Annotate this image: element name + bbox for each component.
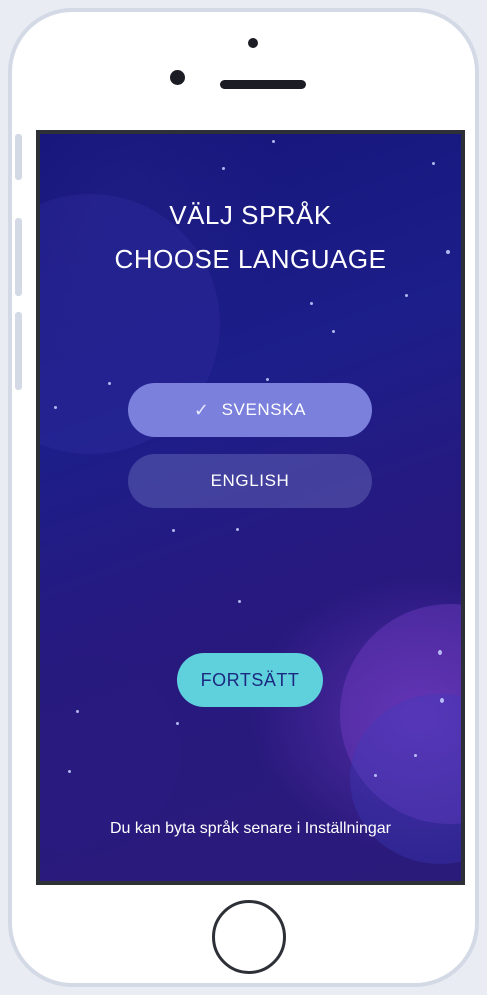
star-icon (238, 600, 241, 603)
star-icon (374, 774, 377, 777)
star-icon (266, 378, 269, 381)
language-option-english[interactable]: ENGLISH (128, 454, 372, 508)
star-icon (440, 698, 444, 703)
continue-button[interactable]: FORTSÄTT (177, 653, 323, 707)
star-icon (108, 382, 111, 385)
star-icon (54, 406, 57, 409)
earpiece-speaker (220, 80, 306, 89)
phone-mute-switch (15, 134, 22, 180)
language-option-svenska[interactable]: ✓ SVENSKA (128, 383, 372, 437)
star-icon (438, 650, 442, 655)
star-icon (405, 294, 408, 297)
continue-button-label: FORTSÄTT (200, 669, 300, 690)
phone-volume-up-button (15, 218, 22, 296)
star-icon (310, 302, 313, 305)
language-option-label: SVENSKA (221, 400, 307, 419)
title-english: CHOOSE LANGUAGE (114, 244, 387, 274)
star-icon (76, 710, 79, 713)
star-icon (432, 162, 435, 165)
star-icon (222, 167, 225, 170)
star-icon (176, 722, 179, 725)
checkmark-icon: ✓ (193, 399, 210, 420)
proximity-sensor-icon (170, 70, 185, 85)
language-option-label: ENGLISH (210, 471, 290, 490)
phone-volume-down-button (15, 312, 22, 390)
settings-hint-text: Du kan byta språk senare i Inställningar (109, 820, 392, 837)
star-icon (172, 529, 175, 532)
title-swedish: VÄLJ SPRÅK (169, 200, 332, 230)
star-icon (236, 528, 239, 531)
language-selection-screen: VÄLJ SPRÅK CHOOSE LANGUAGE ✓ SVENSKA ENG… (36, 130, 465, 885)
star-icon (332, 330, 335, 333)
home-button[interactable] (212, 900, 286, 974)
star-icon (68, 770, 71, 773)
star-icon (272, 140, 275, 143)
front-camera-icon (248, 38, 258, 48)
star-icon (414, 754, 417, 757)
